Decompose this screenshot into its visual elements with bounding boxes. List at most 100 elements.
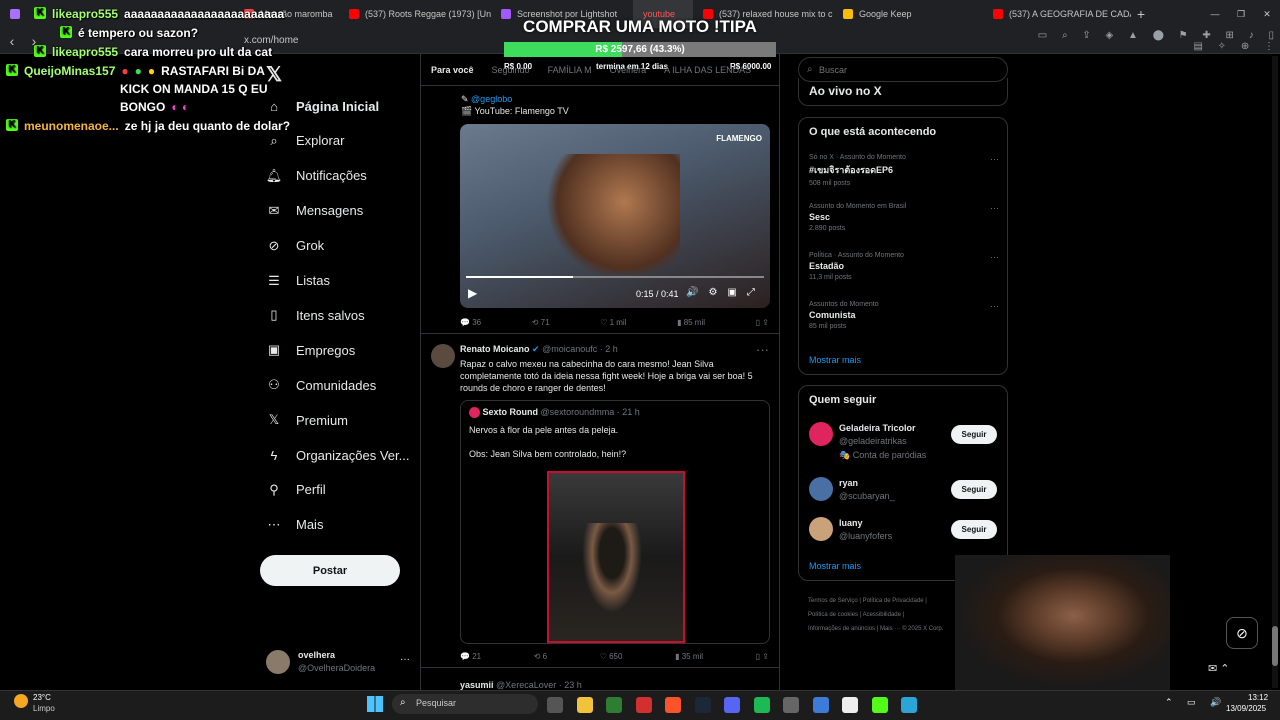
messages-drawer-icon[interactable]: ✉ ⌃ — [1208, 662, 1230, 675]
follow-button[interactable]: Seguir — [951, 425, 997, 444]
search-input[interactable] — [819, 62, 989, 78]
follow-button[interactable]: Seguir — [951, 520, 997, 539]
nav-item-10[interactable]: ϟ Organizações Ver... — [266, 447, 410, 463]
bookmark-share-icon[interactable]: ▯ ⇪ — [756, 652, 769, 661]
nav-item-6[interactable]: ▯ Itens salvos — [266, 307, 364, 323]
taskbar-app-icon[interactable] — [635, 697, 652, 713]
video-controls-icons[interactable]: 🔊⚙▣⤢ — [686, 287, 765, 298]
clock-date[interactable]: 13/09/2025 — [1226, 704, 1266, 713]
more-icon[interactable]: ··· — [990, 154, 999, 164]
tab-seguindo[interactable]: Seguindo — [492, 65, 530, 75]
maximize-icon[interactable]: ❐ — [1228, 9, 1254, 20]
x-logo-icon[interactable]: 𝕏 — [266, 62, 282, 87]
minimize-icon[interactable]: — — [1202, 9, 1228, 19]
browser-tab[interactable]: (537) A GEOGRAFIA DE CADA ES — [983, 0, 1131, 28]
browser-tab[interactable]: Google Keep — [833, 0, 983, 28]
video-scene — [577, 523, 647, 623]
mention-link[interactable]: @geglobo — [471, 94, 512, 104]
reply-icon[interactable]: 💬 36 — [460, 318, 481, 327]
taskbar-app-icon[interactable] — [812, 697, 829, 713]
taskbar-app-icon[interactable] — [576, 697, 593, 713]
follow-button[interactable]: Seguir — [951, 480, 997, 499]
tab-para-voce[interactable]: Para você — [431, 65, 474, 75]
quote-video[interactable] — [547, 471, 685, 643]
nav-item-5[interactable]: ☰ Listas — [266, 273, 330, 289]
browser-tab[interactable]: (537) Roots Reggae (1973) [Unre — [339, 0, 491, 28]
follow-suggestion[interactable]: Geladeira Tricolor @geladeiratrikas 🎭 Cont… — [799, 420, 1007, 460]
bookmark-share-icon[interactable]: ▯ ⇪ — [756, 318, 769, 327]
show-more-link[interactable]: Mostrar mais — [809, 561, 861, 571]
nav-item-7[interactable]: ▣ Empregos — [266, 342, 355, 358]
taskbar-search[interactable]: ⌕ Pesquisar — [392, 694, 538, 714]
pencil-icon: ✎ — [461, 94, 472, 104]
account-switcher[interactable]: ovelhera @OvelheraDoidera ··· — [266, 648, 410, 676]
show-more-link[interactable]: Mostrar mais — [809, 355, 861, 365]
repost-icon[interactable]: ⟲ 71 — [532, 318, 550, 327]
video-progress[interactable] — [466, 276, 764, 278]
taskbar-app-icon[interactable] — [547, 697, 563, 713]
post-button[interactable]: Postar — [260, 555, 400, 586]
grok-icon[interactable]: ⊘ — [1226, 617, 1258, 649]
like-icon[interactable]: ♡ 1 mil — [600, 318, 626, 327]
browser-tab[interactable] — [0, 0, 34, 28]
trend-item[interactable]: Só no X · Assunto do Momento #เขมจิราต้อง… — [809, 154, 999, 187]
back-icon[interactable]: ‹ — [0, 33, 24, 49]
trend-item[interactable]: Assuntos do Momento Comunista 85 mil posts… — [809, 301, 999, 330]
nav-label: Listas — [296, 273, 330, 288]
more-icon[interactable]: ··· — [990, 301, 999, 311]
nav-item-4[interactable]: ⊘ Grok — [266, 238, 325, 254]
clock-time[interactable]: 13:12 — [1248, 693, 1268, 702]
post[interactable]: ✎ @geglobo 🎬 YouTube: Flamengo TV FLAMEN… — [421, 90, 779, 334]
nav-item-11[interactable]: ⚲ Perfil — [266, 482, 325, 498]
play-icon[interactable]: ▶ — [468, 286, 477, 300]
more-icon[interactable]: ··· — [990, 203, 999, 213]
tab-ovelhera[interactable]: Ovelhera — [610, 65, 647, 75]
views-icon[interactable]: ▮ 35 mil — [675, 652, 703, 661]
nav-item-8[interactable]: ⚇ Comunidades — [266, 377, 376, 393]
taskbar-app-icon[interactable] — [665, 697, 681, 713]
taskbar-app-icon[interactable] — [724, 697, 740, 713]
repost-icon[interactable]: ⟲ 6 — [534, 652, 547, 661]
video-scene — [540, 154, 680, 274]
extensions-icon[interactable]: ▭ ⌕ ⇪ ◈ ▲ ⬤ ⚑ ✚ ⊞ ♪ ▯ ▤ ✧ ⊕ ⋮ — [1020, 30, 1280, 52]
tab-familia-m[interactable]: FAMÍLIA M — [548, 65, 592, 75]
more-icon[interactable]: ··· — [756, 342, 769, 357]
taskbar-app-icon[interactable] — [694, 697, 711, 713]
taskbar-app-icon[interactable] — [871, 697, 888, 713]
reply-icon[interactable]: 💬 21 — [460, 652, 481, 661]
trend-item[interactable]: Política · Assunto do Momento Estadão 11,3… — [809, 252, 999, 281]
new-tab-button[interactable]: + — [1131, 6, 1151, 22]
nav-item-0[interactable]: ⌂ Página Inicial — [266, 98, 379, 114]
quote-tweet[interactable]: Sexto Round @sextoroundmma · 21 h Nervos… — [460, 400, 770, 644]
trend-item[interactable]: Assunto do Momento em Brasil Sesc 2.890 po… — [809, 203, 999, 232]
post[interactable]: yasumii @XerecaLover · 23 h — [421, 674, 779, 690]
taskbar-app-icon[interactable] — [783, 697, 799, 713]
weather-temp[interactable]: 23°C — [33, 693, 51, 702]
taskbar-app-icon[interactable] — [901, 697, 917, 713]
nav-item-3[interactable]: ✉ Mensagens — [266, 203, 364, 219]
follow-suggestion[interactable]: luany @luanyfofers Seguir — [799, 515, 1007, 555]
like-icon[interactable]: ♡ 650 — [600, 652, 623, 661]
nav-item-12[interactable]: ⋯ Mais — [266, 517, 324, 533]
scrollbar[interactable] — [1272, 56, 1278, 688]
close-icon[interactable]: ✕ — [1254, 9, 1280, 20]
author-handle[interactable]: @moicanoufc — [542, 344, 597, 354]
system-tray-icons[interactable]: ⌃ ▭ 🔊 — [1165, 697, 1227, 708]
trend-title: #เขมจิราต้องรอดEP6 — [809, 165, 894, 175]
video-player[interactable]: FLAMENGO ▶ 0:15 / 0:41 🔊⚙▣⤢ — [460, 124, 770, 308]
bookmark-icon: ▯ — [270, 307, 278, 323]
tab-ilha-das-lendas[interactable]: A ILHA DAS LENDAS — [664, 65, 751, 75]
windows-start-icon[interactable] — [367, 696, 383, 712]
post[interactable]: Renato Moicano ✔ @moicanoufc · 2 h ··· R… — [421, 338, 779, 668]
nav-item-2[interactable]: 🔔︎ Notificações — [266, 168, 367, 184]
follow-suggestion[interactable]: ryan @scubaryan_ Seguir — [799, 475, 1007, 515]
views-icon[interactable]: ▮ 85 mil — [677, 318, 705, 327]
more-icon[interactable]: ··· — [400, 654, 410, 665]
author-name[interactable]: Renato Moicano — [460, 344, 530, 354]
nav-item-9[interactable]: 𝕏 Premium — [266, 412, 348, 428]
taskbar-app-icon[interactable] — [753, 697, 770, 713]
more-icon[interactable]: ··· — [990, 252, 999, 262]
taskbar-app-icon[interactable] — [842, 697, 858, 713]
taskbar-app-icon[interactable] — [606, 697, 622, 713]
nav-item-1[interactable]: ⌕ Explorar — [266, 133, 344, 149]
